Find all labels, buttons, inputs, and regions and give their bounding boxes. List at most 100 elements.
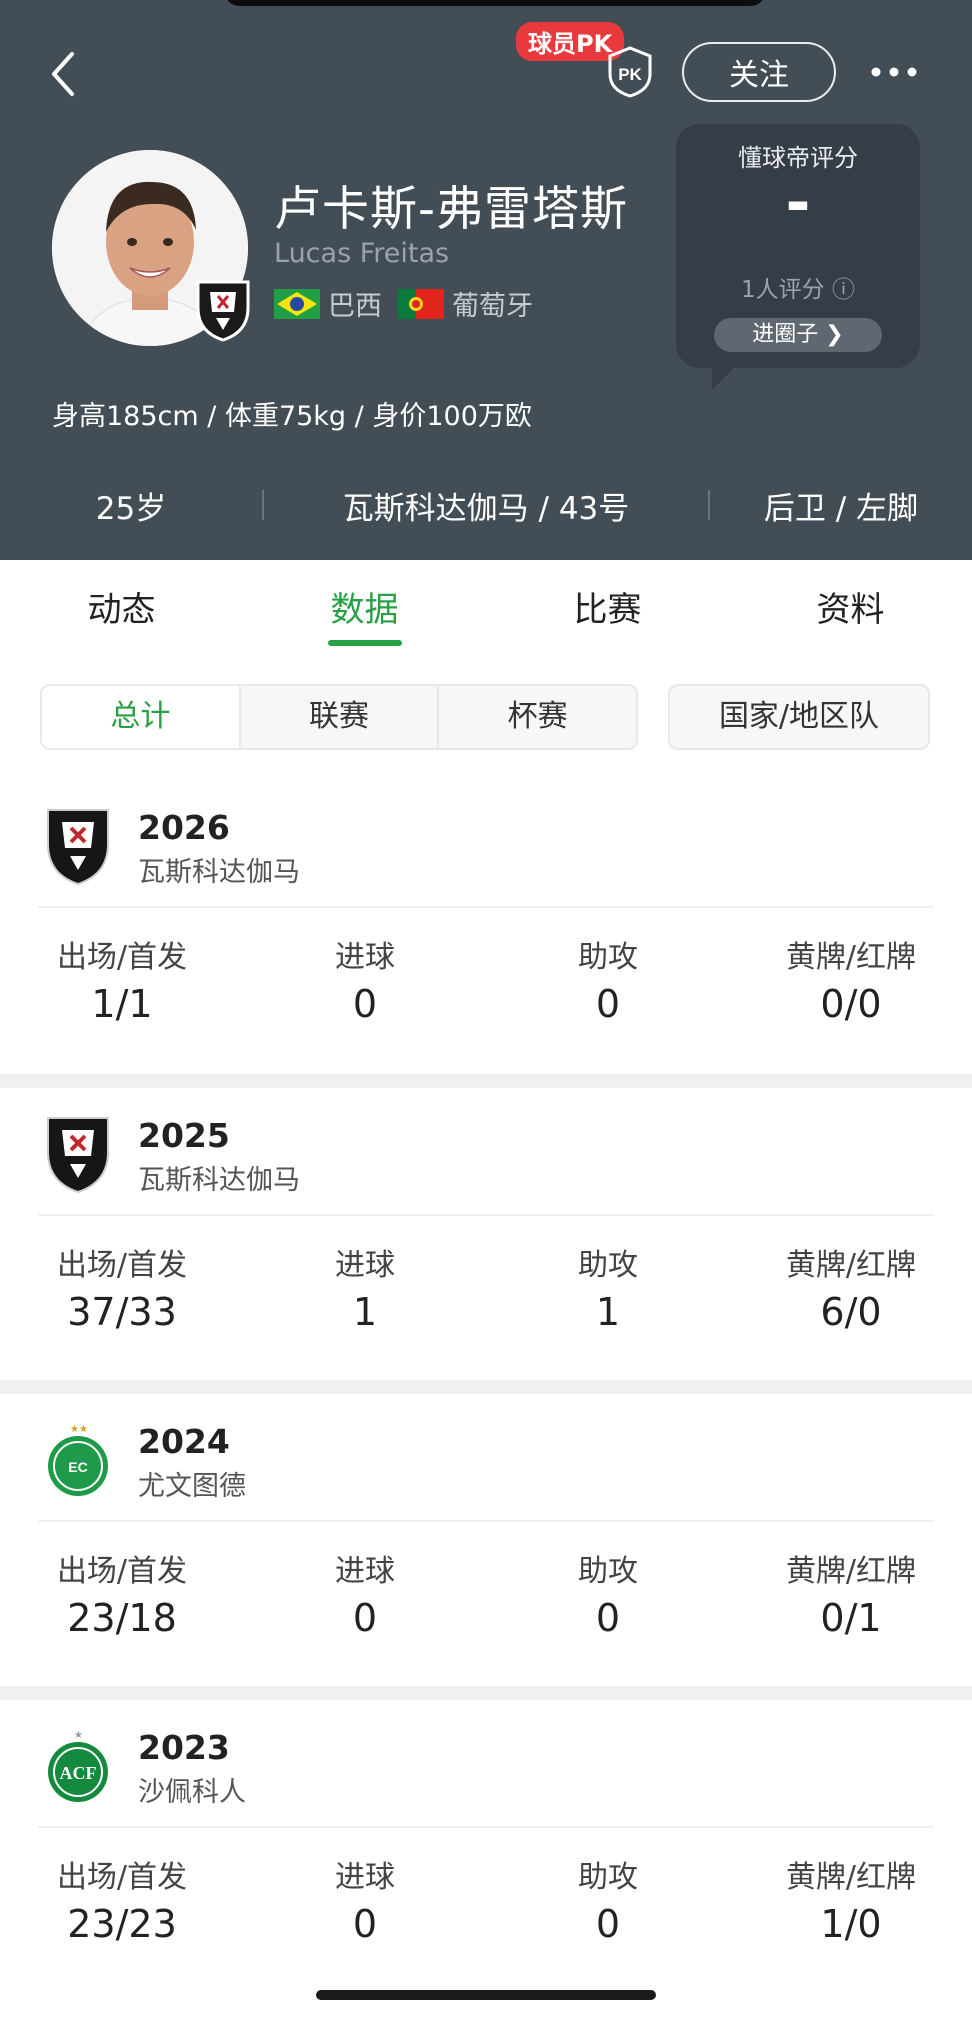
stat-apps-label: 出场/首发 [56,1554,188,1589]
filter-total[interactable]: 总计 [42,686,239,748]
stat-cards-label: 黄牌/红牌 [785,940,917,975]
season-divider [38,1826,934,1828]
nationality-brazil: 巴西 [328,291,382,322]
stat-apps-label: 出场/首发 [56,1860,188,1895]
stat-cards: 黄牌/红牌 0/0 [751,932,951,1026]
back-arrow-icon[interactable] [44,46,84,102]
vasco-da-gama-crest-icon [196,280,250,342]
stat-apps-value: 37/33 [67,1290,177,1334]
stat-apps-value: 23/23 [67,1902,177,1946]
stat-apps: 出场/首发 1/1 [22,932,222,1026]
stat-goals: 进球 0 [265,1546,465,1640]
stat-apps: 出场/首发 23/23 [22,1852,222,1946]
stat-apps: 出场/首发 23/18 [22,1546,222,1640]
season-year: 2025 [138,1116,230,1155]
stat-goals-label: 进球 [335,940,395,975]
player-name-english: Lucas Freitas [274,238,450,269]
player-header: 球员PK PK 关注 卢卡斯-弗雷塔斯 Lucas Freitas 巴西 葡萄牙… [0,0,972,560]
pk-shield-icon[interactable]: PK [606,46,654,98]
stat-assists: 助攻 0 [508,932,708,1026]
follow-button[interactable]: 关注 [682,42,836,102]
season-card[interactable]: ★ ACF 2023 沙佩科人 出场/首发 23/23 进球 0 助攻 0 黄牌… [0,1704,972,1998]
juventude-crest-icon: ★★ EC [48,1424,108,1496]
stat-apps-value: 23/18 [67,1596,177,1640]
tab-feed[interactable]: 动态 [0,560,243,660]
season-year: 2026 [138,808,230,847]
season-club: 尤文图德 [138,1471,246,1502]
vasco-da-gama-crest-icon [47,1117,109,1194]
stat-apps-label: 出场/首发 [56,940,188,975]
nationality-row: 巴西 葡萄牙 [274,284,533,323]
season-club: 瓦斯科达伽马 [138,1165,300,1196]
stat-cards-label: 黄牌/红牌 [785,1554,917,1589]
stat-assists-value: 0 [595,1902,621,1946]
tab-profile[interactable]: 资料 [729,560,972,660]
season-divider [38,1214,934,1216]
player-position-foot: 后卫 / 左脚 [763,490,919,527]
tab-data[interactable]: 数据 [243,560,486,660]
stat-goals: 进球 0 [265,1852,465,1946]
player-name: 卢卡斯-弗雷塔斯 [274,182,628,237]
stat-cards-value: 0/0 [820,982,882,1026]
portugal-flag-icon [398,288,444,319]
season-year: 2023 [138,1728,230,1767]
player-team-number[interactable]: 瓦斯科达伽马 / 43号 [264,483,708,528]
chapecoense-crest-icon: ★ ACF [48,1730,108,1802]
stat-goals-value: 0 [352,982,378,1026]
stat-assists-label: 助攻 [578,1554,638,1589]
stat-goals-value: 1 [352,1290,378,1334]
season-card[interactable]: 2025 瓦斯科达伽马 出场/首发 37/33 进球 1 助攻 1 黄牌/红牌 … [0,1092,972,1386]
profile-tabs: 动态 数据 比赛 资料 [0,560,972,660]
nationality-portugal: 葡萄牙 [452,291,533,322]
stat-cards: 黄牌/红牌 6/0 [751,1240,951,1334]
season-club: 沙佩科人 [138,1777,246,1808]
player-age: 25岁 [95,490,167,527]
stat-cards-label: 黄牌/红牌 [785,1860,917,1895]
home-indicator[interactable] [316,1990,656,2000]
stat-cards-label: 黄牌/红牌 [785,1248,917,1283]
competition-filter: 总计 联赛 杯赛 [40,684,638,750]
stat-assists: 助攻 1 [508,1240,708,1334]
season-club: 瓦斯科达伽马 [138,857,300,888]
stat-assists: 助攻 0 [508,1546,708,1640]
season-divider [38,1520,934,1522]
stat-goals-label: 进球 [335,1554,395,1589]
vasco-da-gama-crest-icon [47,809,109,886]
filter-national-team[interactable]: 国家/地区队 [668,684,930,750]
svg-text:EC: EC [68,1459,87,1475]
player-measurements: 身高185cm / 体重75kg / 身价100万欧 [52,401,532,432]
stat-apps: 出场/首发 37/33 [22,1240,222,1334]
stat-cards-value: 0/1 [820,1596,882,1640]
pk-shield-text: PK [618,65,642,84]
stat-assists-label: 助攻 [578,1860,638,1895]
stat-assists-value: 0 [595,1596,621,1640]
rating-value: - [785,168,811,238]
stat-assists-value: 0 [595,982,621,1026]
svg-text:ACF: ACF [60,1763,97,1783]
section-gap [0,1380,972,1394]
stat-cards-value: 1/0 [820,1902,882,1946]
stat-goals-value: 0 [352,1596,378,1640]
stat-cards: 黄牌/红牌 1/0 [751,1852,951,1946]
player-info-row: 25岁 瓦斯科达伽马 / 43号 后卫 / 左脚 [0,480,972,530]
filter-league[interactable]: 联赛 [238,686,438,748]
stat-cards-value: 6/0 [820,1290,882,1334]
more-options-icon[interactable] [866,52,922,92]
svg-text:★★: ★★ [70,1424,88,1435]
stat-apps-label: 出场/首发 [56,1248,188,1283]
rating-count[interactable]: 1人评分 ⓘ [676,270,920,304]
stat-goals-label: 进球 [335,1860,395,1895]
stat-cards: 黄牌/红牌 0/1 [751,1546,951,1640]
filter-cup[interactable]: 杯赛 [437,686,636,748]
stat-assists-label: 助攻 [578,940,638,975]
stat-goals-label: 进球 [335,1248,395,1283]
tab-matches[interactable]: 比赛 [486,560,729,660]
season-card[interactable]: ★★ EC 2024 尤文图德 出场/首发 23/18 进球 0 助攻 0 黄牌… [0,1398,972,1692]
stat-goals: 进球 1 [265,1240,465,1334]
device-notch [225,0,765,6]
stat-goals-value: 0 [352,1902,378,1946]
section-gap [0,1686,972,1700]
season-card[interactable]: 2026 瓦斯科达伽马 出场/首发 1/1 进球 0 助攻 0 黄牌/红牌 0/… [0,784,972,1078]
svg-text:★: ★ [74,1730,83,1741]
enter-circle-button[interactable]: 进圈子 ❯ [714,318,882,352]
